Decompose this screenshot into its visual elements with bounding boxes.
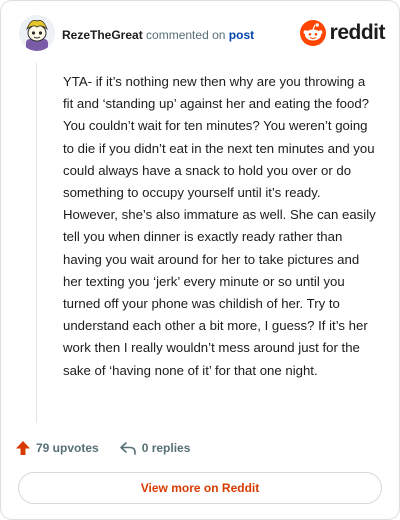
reddit-logo-icon <box>299 20 326 46</box>
author-line: RezeTheGreat commented on post <box>62 28 254 42</box>
username-link[interactable]: RezeTheGreat <box>62 28 143 42</box>
post-link[interactable]: post <box>229 28 254 42</box>
reply-button[interactable]: 0 replies <box>119 440 191 456</box>
comment-embed-card: RezeTheGreat commented on post reddit YT… <box>0 0 400 520</box>
upvote-arrow-icon <box>16 441 30 455</box>
thread-line <box>36 63 37 423</box>
reddit-wordmark: reddit <box>329 21 386 44</box>
comment-header: RezeTheGreat commented on post reddit <box>15 15 386 51</box>
comment-actions: 79 upvotes 0 replies <box>15 437 385 459</box>
reply-arrow-icon <box>119 442 136 455</box>
view-more-button[interactable]: View more on Reddit <box>18 472 382 504</box>
avatar-icon[interactable] <box>19 15 55 51</box>
commented-on-text: commented on <box>146 28 226 42</box>
reddit-brand[interactable]: reddit <box>299 20 386 46</box>
comment-text: YTA- if it’s nothing new then why are yo… <box>63 74 376 378</box>
upvote-count: 79 upvotes <box>36 441 99 455</box>
reply-count: 0 replies <box>141 441 191 455</box>
upvote-button[interactable]: 79 upvotes <box>15 440 99 456</box>
